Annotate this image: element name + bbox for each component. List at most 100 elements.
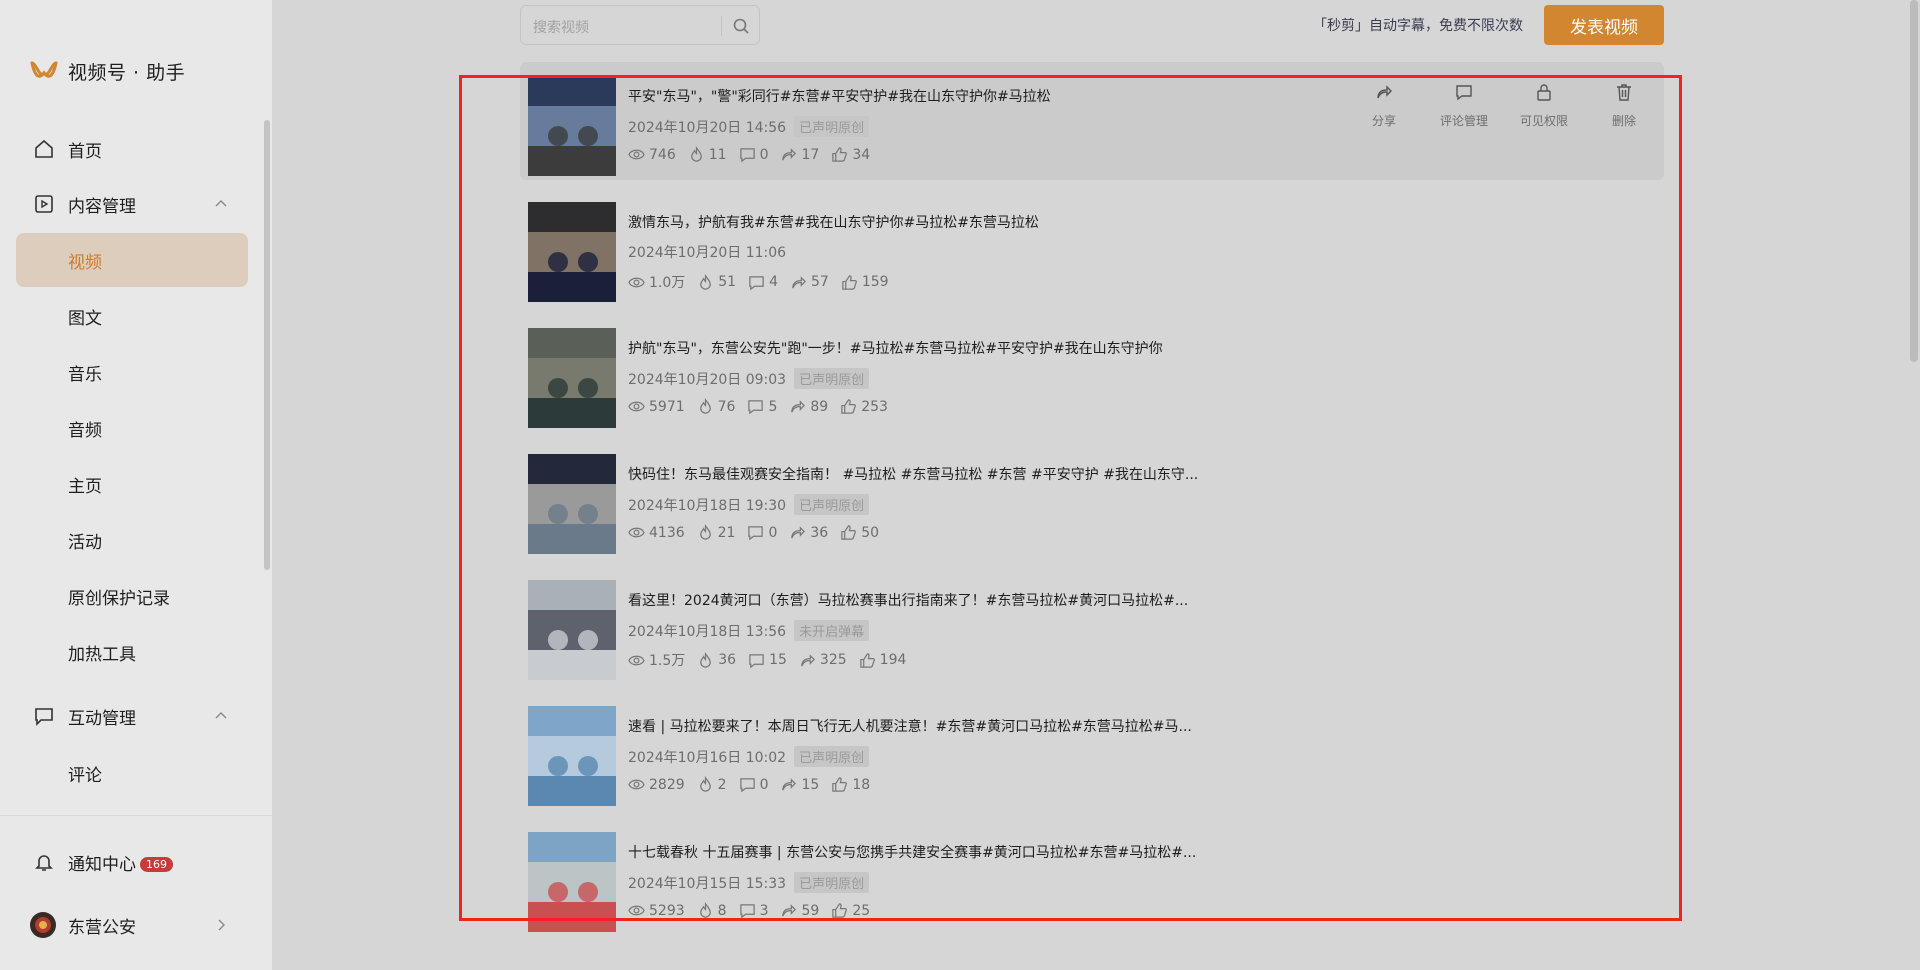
comments-icon: [739, 778, 755, 793]
video-stats: 5293 8 3 59 25: [628, 902, 882, 919]
chevron-right-icon: [218, 919, 225, 931]
comments-icon: [748, 400, 764, 415]
hot-icon: [699, 776, 711, 792]
comments-icon: [739, 148, 755, 163]
search-input[interactable]: 搜索视频: [533, 17, 589, 37]
video-meta: 2024年10月20日 09:03 已声明原创: [628, 368, 870, 389]
share-button[interactable]: 分享: [1344, 82, 1424, 129]
sidebar-item-boost-tools[interactable]: 加热工具: [16, 625, 248, 679]
stat-likes: 50: [840, 524, 879, 541]
stat-comments: 0: [747, 524, 777, 541]
video-row[interactable]: 平安"东马"，"警"彩同行#东营#平安守护#我在山东守护你#马拉松 2024年1…: [520, 62, 1664, 180]
stat-value: 18: [852, 776, 871, 793]
video-title[interactable]: 平安"东马"，"警"彩同行#东营#平安守护#我在山东守护你#马拉松: [628, 86, 1051, 106]
video-meta: 2024年10月20日 11:06: [628, 242, 786, 262]
stat-value: 17: [801, 146, 820, 163]
search-icon[interactable]: [731, 16, 751, 36]
video-thumbnail[interactable]: [528, 706, 616, 806]
stat-likes: 253: [840, 398, 888, 415]
stat-shares: 325: [799, 652, 847, 669]
views-icon: [628, 149, 645, 160]
video-row[interactable]: 看这里！2024黄河口（东营）马拉松赛事出行指南来了！#东营马拉松#黄河口马拉松…: [520, 566, 1664, 684]
sidebar-item-audio[interactable]: 音频: [16, 401, 248, 455]
video-thumbnail[interactable]: [528, 454, 616, 554]
sidebar-item-comments[interactable]: 评论: [16, 746, 248, 800]
stat-views: 1.0万: [628, 272, 685, 292]
video-row[interactable]: 十七载春秋 十五届赛事 | 东营公安与您携手共建安全赛事#黄河口马拉松#东营#马…: [520, 818, 1664, 936]
sidebar-item-music[interactable]: 音乐: [16, 345, 248, 399]
stat-shares: 17: [780, 146, 819, 163]
video-title[interactable]: 激情东马，护航有我#东营#我在山东守护你#马拉松#东营马拉松: [628, 212, 1039, 232]
video-title[interactable]: 看这里！2024黄河口（东营）马拉松赛事出行指南来了！#东营马拉松#黄河口马拉松…: [628, 590, 1188, 610]
video-thumbnail[interactable]: [528, 76, 616, 176]
stat-shares: 59: [780, 902, 819, 919]
sidebar: 视频号 · 助手 首页 内容管理 视频 图文 音乐 音频 主页 活动 原创保护记…: [0, 0, 272, 970]
sidebar-item-article[interactable]: 图文: [16, 289, 248, 343]
stat-shares: 15: [780, 776, 819, 793]
video-row[interactable]: 护航"东马"，东营公安先"跑"一步！#马拉松#东营马拉松#平安守护#我在山东守护…: [520, 314, 1664, 432]
stat-comments: 0: [739, 146, 768, 163]
video-stats: 746 11 0 17 34: [628, 146, 882, 163]
video-meta: 2024年10月16日 10:02 已声明原创: [628, 746, 870, 767]
sidebar-item-profile[interactable]: 主页: [16, 457, 248, 511]
sidebar-item-label: 图文: [68, 308, 102, 329]
sidebar-item-label: 音频: [68, 420, 102, 441]
sidebar-item-label: 音乐: [68, 364, 102, 385]
hot-icon: [700, 273, 712, 290]
action-label: 删除: [1611, 114, 1636, 128]
stat-views: 5293: [628, 902, 685, 919]
sidebar-item-label: 原创保护记录: [68, 588, 170, 609]
video-thumbnail[interactable]: [528, 832, 616, 932]
video-thumbnail[interactable]: [528, 580, 616, 680]
sidebar-item-video[interactable]: 视频: [16, 233, 248, 287]
sidebar-item-original-records[interactable]: 原创保护记录: [16, 569, 248, 623]
hot-icon: [700, 651, 712, 668]
video-title[interactable]: 速看 | 马拉松要来了！本周日飞行无人机要注意！#东营#黄河口马拉松#东营马拉松…: [628, 716, 1192, 736]
stat-hot: 36: [697, 651, 737, 669]
sidebar-item-label: 通知中心 169: [68, 850, 173, 875]
publish-video-button[interactable]: 发表视频: [1544, 5, 1664, 45]
sidebar-scrollbar[interactable]: [264, 120, 270, 570]
video-thumbnail[interactable]: [528, 202, 616, 302]
stat-comments: 15: [748, 652, 787, 669]
video-stats: 5971 76 5 89 253: [628, 398, 900, 415]
sidebar-item-interaction[interactable]: 互动管理: [16, 689, 248, 743]
video-thumbnail[interactable]: [528, 328, 616, 428]
page-scrollbar[interactable]: [1910, 0, 1918, 362]
delete-button[interactable]: 删除: [1584, 82, 1664, 129]
search-box[interactable]: 搜索视频: [520, 5, 760, 45]
shares-icon: [782, 778, 797, 791]
video-row[interactable]: 速看 | 马拉松要来了！本周日飞行无人机要注意！#东营#黄河口马拉松#东营马拉松…: [520, 692, 1664, 810]
stat-value: 36: [718, 652, 737, 668]
stat-value: 15: [801, 776, 820, 793]
sidebar-item-content[interactable]: 内容管理: [16, 177, 248, 231]
miaojian-promo-link[interactable]: 「秒剪」自动字幕，免费不限次数: [1313, 15, 1523, 35]
share-icon: [1377, 85, 1392, 99]
account-switcher[interactable]: 东营公安: [16, 898, 248, 952]
comment-manage-button[interactable]: 评论管理: [1424, 82, 1504, 129]
stat-value: 57: [811, 274, 829, 290]
sidebar-item-home[interactable]: 首页: [16, 122, 248, 176]
sidebar-item-notifications[interactable]: 通知中心 169: [16, 835, 248, 889]
likes-icon: [832, 903, 848, 918]
stat-views: 4136: [628, 524, 685, 541]
video-date: 2024年10月18日 13:56: [628, 623, 787, 640]
video-title[interactable]: 护航"东马"，东营公安先"跑"一步！#马拉松#东营马拉松#平安守护#我在山东守护…: [628, 338, 1163, 358]
sidebar-item-activity[interactable]: 活动: [16, 513, 248, 567]
video-row[interactable]: 激情东马，护航有我#东营#我在山东守护你#马拉松#东营马拉松 2024年10月2…: [520, 188, 1664, 306]
thumbnail-image: [528, 76, 616, 176]
row-actions: 分享 评论管理 可见权限 删除: [1344, 82, 1664, 129]
channels-logo-icon: [30, 61, 58, 78]
video-title[interactable]: 十七载春秋 十五届赛事 | 东营公安与您携手共建安全赛事#黄河口马拉松#东营#马…: [628, 842, 1196, 862]
video-row[interactable]: 快码住！东马最佳观赛安全指南！ #马拉松 #东营马拉松 #东营 #平安守护 #我…: [520, 440, 1664, 558]
likes-icon: [832, 147, 848, 162]
stat-value: 21: [717, 524, 736, 541]
stat-shares: 36: [789, 524, 828, 541]
chevron-up-icon: [215, 712, 227, 719]
visibility-button[interactable]: 可见权限: [1504, 82, 1584, 129]
stat-value: 253: [861, 398, 888, 415]
video-title[interactable]: 快码住！东马最佳观赛安全指南！ #马拉松 #东营马拉松 #东营 #平安守护 #我…: [628, 464, 1198, 484]
stat-value: 4: [769, 274, 779, 290]
app-logo[interactable]: 视频号 · 助手: [30, 58, 185, 85]
stat-views: 1.5万: [628, 650, 685, 670]
